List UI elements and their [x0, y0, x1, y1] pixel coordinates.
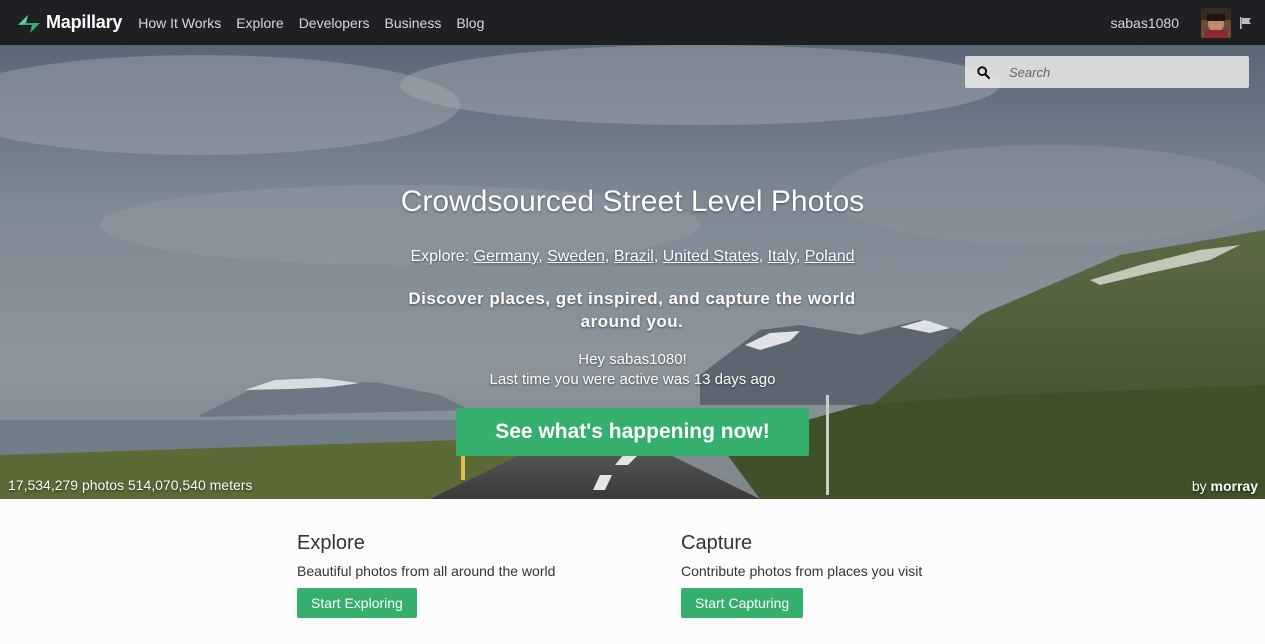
explore-feature-desc: Beautiful photos from all around the wor… [297, 563, 556, 579]
nav-blog[interactable]: Blog [456, 15, 484, 31]
hero-title: Crowdsourced Street Level Photos [400, 185, 865, 218]
last-active-text: Last time you were active was 13 days ag… [489, 371, 776, 388]
hero-tagline: Discover places, get inspired, and captu… [408, 289, 856, 331]
see-whats-happening-button[interactable]: See what's happening now! [456, 408, 809, 456]
place-link-italy[interactable]: Italy [768, 248, 796, 265]
capture-feature-desc: Contribute photos from places you visit [681, 563, 923, 579]
nav-explore[interactable]: Explore [236, 15, 283, 31]
explore-feature-title: Explore [297, 532, 365, 554]
credit-prefix: by [1191, 478, 1207, 494]
photo-stats: 17,534,279 photos 514,070,540 meters [8, 477, 253, 493]
features-section: Explore Beautiful photos from all around… [0, 499, 1265, 644]
greeting-block: Hey sabas1080! Last time you were active… [0, 350, 1265, 390]
place-link-germany[interactable]: Germany [474, 248, 539, 265]
hero-section: Crowdsourced Street Level Photos Explore… [0, 45, 1265, 499]
place-link-poland[interactable]: Poland [805, 248, 855, 265]
nav-business[interactable]: Business [385, 15, 442, 31]
greeting-text: Hey sabas1080! [578, 351, 687, 368]
capture-feature-title: Capture [681, 532, 753, 554]
search-icon[interactable] [977, 65, 990, 79]
logo-text: Mapillary [46, 12, 123, 32]
photo-credit: by morray [1192, 478, 1258, 494]
mapillary-logo-icon [18, 14, 40, 33]
top-navbar: Mapillary How It Works Explore Developer… [0, 0, 1265, 45]
start-exploring-button[interactable]: Start Exploring [297, 588, 417, 618]
place-link-sweden[interactable]: Sweden [547, 248, 605, 265]
nav-developers[interactable]: Developers [299, 15, 370, 31]
capture-feature: Capture Contribute photos from places yo… [681, 532, 922, 618]
hero-content: Crowdsourced Street Level Photos Explore… [0, 45, 1265, 499]
flag-icon[interactable] [1239, 16, 1253, 30]
avatar[interactable] [1201, 7, 1231, 38]
place-link-brazil[interactable]: Brazil [614, 248, 654, 265]
explore-prefix: Explore: [410, 248, 470, 265]
username-link[interactable]: sabas1080 [1110, 15, 1179, 31]
search-box [965, 56, 1249, 88]
explore-feature: Explore Beautiful photos from all around… [297, 532, 555, 618]
mapillary-logo[interactable]: Mapillary [16, 11, 122, 35]
place-link-united-states[interactable]: United States [663, 248, 759, 265]
explore-places-line: Explore: Germany, Sweden, Brazil, United… [410, 248, 855, 265]
credit-author-link[interactable]: morray [1211, 478, 1258, 494]
nav-how-it-works[interactable]: How It Works [138, 15, 221, 31]
start-capturing-button[interactable]: Start Capturing [681, 588, 804, 618]
search-input[interactable] [1009, 64, 1229, 80]
